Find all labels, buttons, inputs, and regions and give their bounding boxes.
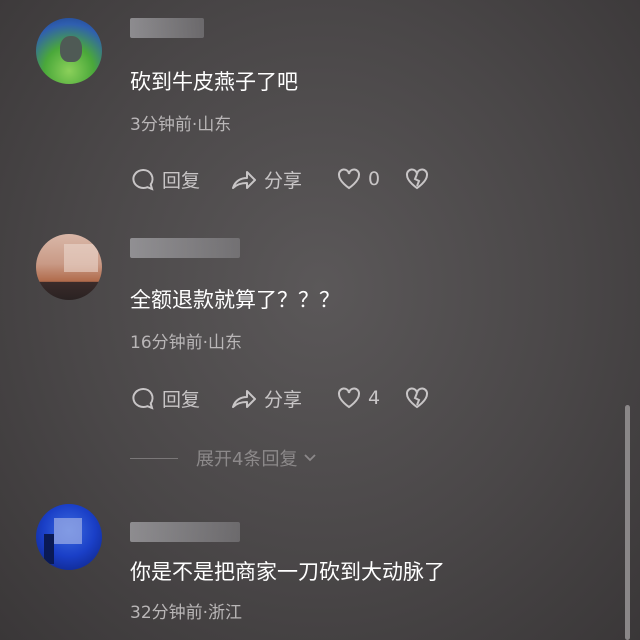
username-blurred[interactable] xyxy=(130,18,204,38)
share-arrow-icon xyxy=(232,389,256,408)
comment-text: 砍到牛皮燕子了吧 xyxy=(130,70,298,94)
reply-button[interactable]: 回复 xyxy=(130,166,200,193)
username-blurred[interactable] xyxy=(130,238,240,258)
share-button[interactable]: 分享 xyxy=(230,166,302,193)
share-label: 分享 xyxy=(264,389,303,411)
dislike-button[interactable] xyxy=(404,166,430,192)
share-arrow-icon xyxy=(232,170,256,189)
like-count: 0 xyxy=(368,168,381,190)
expand-replies-label: 展开4条回复 xyxy=(196,449,298,470)
broken-heart-icon xyxy=(406,168,428,190)
comment-bubble-icon xyxy=(132,387,154,410)
avatar[interactable] xyxy=(36,234,102,300)
like-button[interactable]: 0 xyxy=(336,166,380,192)
reply-label: 回复 xyxy=(162,170,201,192)
like-button[interactable]: 4 xyxy=(336,385,380,411)
comment-meta: 16分钟前·山东 xyxy=(130,333,243,353)
like-count: 4 xyxy=(368,387,381,409)
avatar[interactable] xyxy=(36,504,102,570)
reply-label: 回复 xyxy=(162,389,201,411)
chevron-down-icon xyxy=(304,454,317,462)
reply-button[interactable]: 回复 xyxy=(130,385,200,412)
expand-replies-button[interactable]: 展开4条回复 xyxy=(130,446,319,470)
heart-icon xyxy=(338,168,360,190)
comment-meta: 32分钟前·浙江 xyxy=(130,603,243,623)
heart-icon xyxy=(338,387,360,409)
share-label: 分享 xyxy=(264,170,303,192)
dislike-button[interactable] xyxy=(404,385,430,411)
avatar[interactable] xyxy=(36,18,102,84)
divider-line xyxy=(130,457,178,459)
comment-text: 全额退款就算了？？？ xyxy=(130,288,340,312)
username-blurred[interactable] xyxy=(130,522,240,542)
comment-bubble-icon xyxy=(132,168,154,191)
share-button[interactable]: 分享 xyxy=(230,385,302,412)
comment-text: 你是不是把商家一刀砍到大动脉了 xyxy=(130,560,445,584)
comment-meta: 3分钟前·山东 xyxy=(130,115,232,135)
broken-heart-icon xyxy=(406,387,428,409)
scrollbar[interactable] xyxy=(625,405,630,640)
